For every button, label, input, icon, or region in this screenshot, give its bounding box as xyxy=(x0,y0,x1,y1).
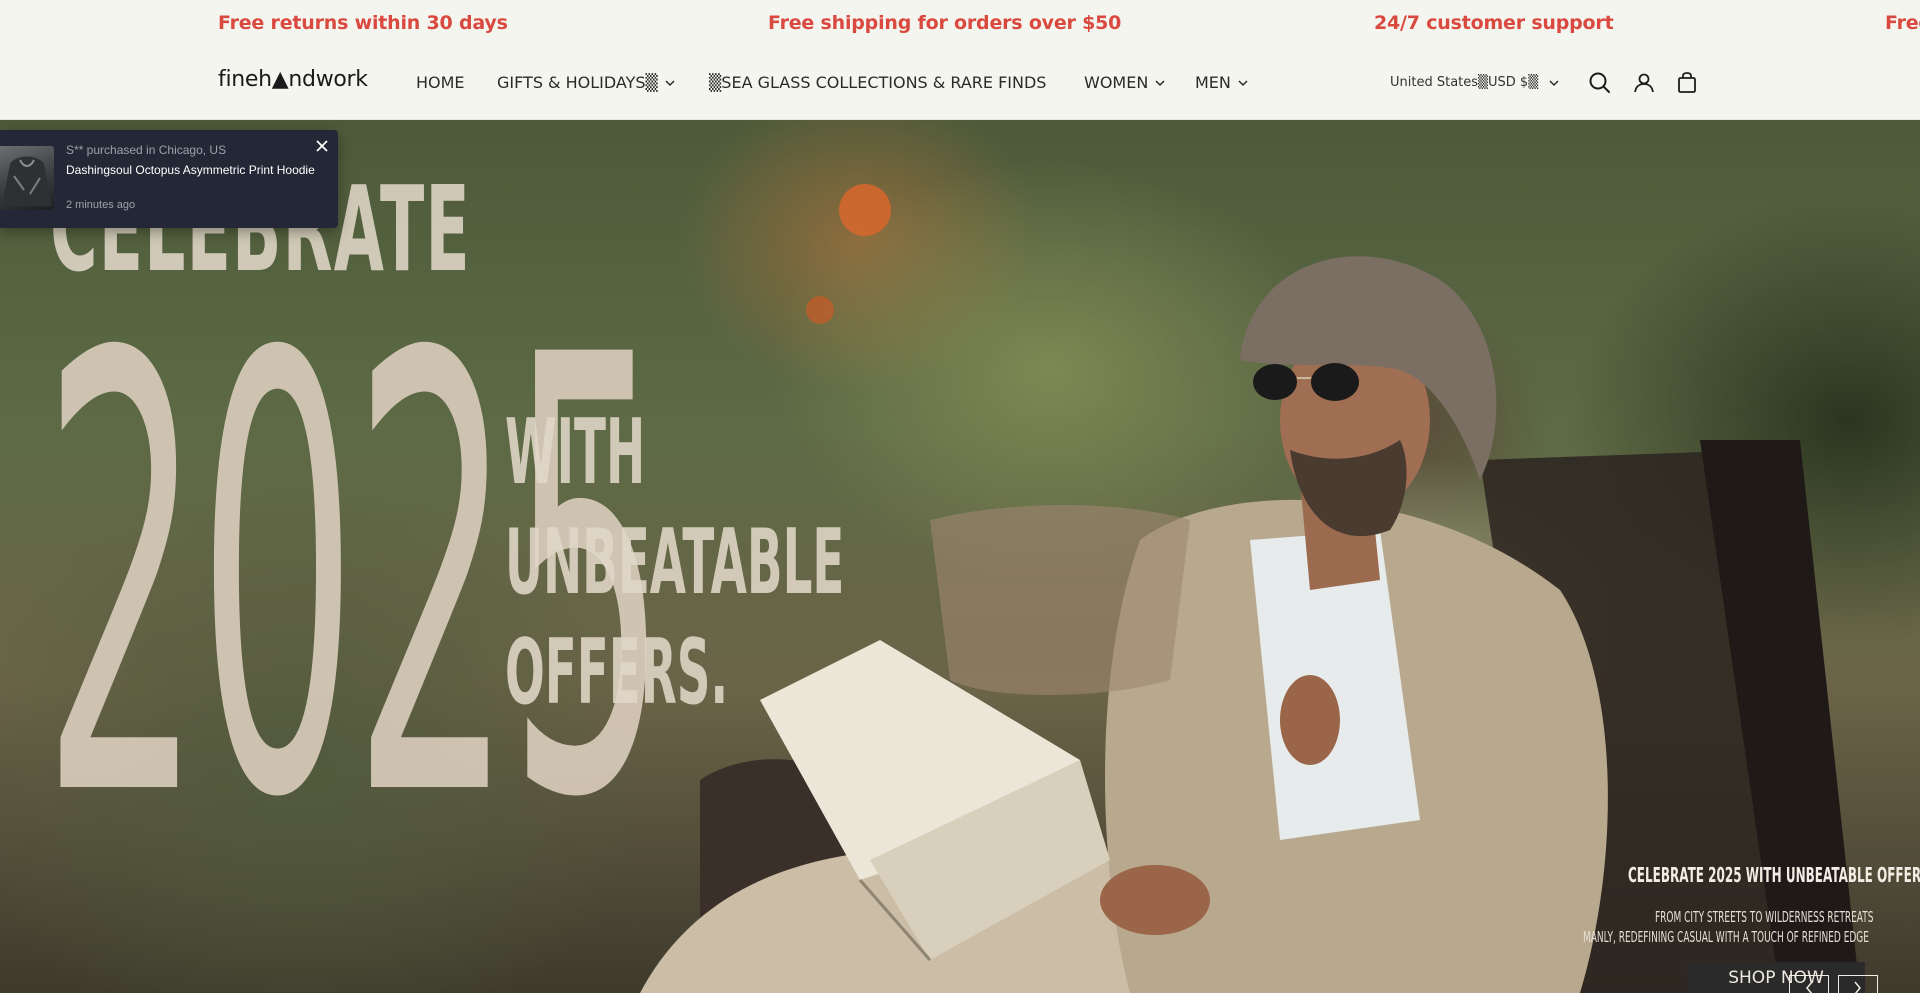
locale-selector[interactable]: United States▒USD $▒ xyxy=(1390,75,1560,90)
slide-prev-button[interactable] xyxy=(1789,975,1829,993)
nav-label: WOMEN xyxy=(1084,73,1149,92)
site-header: fineh▲ndwork HOME GIFTS & HOLIDAYS▒ ▒SEA… xyxy=(0,47,1920,120)
chevron-down-icon xyxy=(1549,79,1559,86)
announcement-item: 24/7 customer support xyxy=(1374,12,1614,34)
product-thumbnail[interactable] xyxy=(0,146,54,210)
announcement-bar: Free returns within 30 days Free shippin… xyxy=(0,0,1920,47)
slide-next-button[interactable] xyxy=(1838,975,1878,993)
chevron-down-icon xyxy=(1155,79,1165,86)
toast-product-name[interactable]: Dashingsoul Octopus Asymmetric Print Hoo… xyxy=(66,163,315,177)
announcement-item: Free returns within 30 days xyxy=(1885,12,1920,34)
chevron-down-icon xyxy=(665,79,675,86)
chevron-down-icon xyxy=(1238,79,1248,86)
nav-label: HOME xyxy=(416,73,465,92)
nav-item-men[interactable]: MEN xyxy=(1195,73,1249,92)
nav-label: MEN xyxy=(1195,73,1231,92)
nav-item-sea-glass[interactable]: ▒SEA GLASS COLLECTIONS & RARE FINDS xyxy=(709,73,1046,92)
site-logo[interactable]: fineh▲ndwork xyxy=(218,67,368,92)
nav-item-women[interactable]: WOMEN xyxy=(1084,73,1166,92)
hero-caption-line1: FROM CITY STREETS TO WILDERNESS RETREATS xyxy=(1655,908,1874,926)
hero-headline-with: WITH xyxy=(505,400,646,505)
nav-label: GIFTS & HOLIDAYS▒ xyxy=(497,73,658,92)
announcement-item: Free returns within 30 days xyxy=(218,12,508,34)
hero-caption-line2: MANLY, REDEFINING CASUAL WITH A TOUCH OF… xyxy=(1583,928,1869,946)
close-icon[interactable] xyxy=(314,138,330,154)
cart-icon[interactable] xyxy=(1674,70,1700,96)
hero-headline-offers: OFFERS. xyxy=(505,620,729,725)
search-icon[interactable] xyxy=(1587,70,1613,96)
hoodie-image xyxy=(2,156,52,206)
toast-purchase-info: S** purchased in Chicago, US xyxy=(66,143,227,157)
nav-item-home[interactable]: HOME xyxy=(416,73,465,92)
hero-headline-unbeatable: UNBEATABLE xyxy=(505,510,845,615)
chevron-left-icon xyxy=(1806,981,1813,993)
hero-banner[interactable]: CELEBRATE 2025 WITH UNBEATABLE OFFERS. C… xyxy=(0,120,1920,993)
announcement-item: Free shipping for orders over $50 xyxy=(768,12,1122,34)
hero-caption-title: CELEBRATE 2025 WITH UNBEATABLE OFFERS! xyxy=(1628,863,1920,887)
recent-purchase-toast[interactable]: S** purchased in Chicago, US Dashingsoul… xyxy=(0,130,338,228)
nav-label: ▒SEA GLASS COLLECTIONS & RARE FINDS xyxy=(709,73,1047,92)
locale-label: United States▒USD $▒ xyxy=(1390,75,1539,90)
toast-time: 2 minutes ago xyxy=(66,199,136,211)
nav-item-gifts-holidays[interactable]: GIFTS & HOLIDAYS▒ xyxy=(497,73,676,92)
account-icon[interactable] xyxy=(1631,70,1657,96)
chevron-right-icon xyxy=(1854,981,1861,993)
